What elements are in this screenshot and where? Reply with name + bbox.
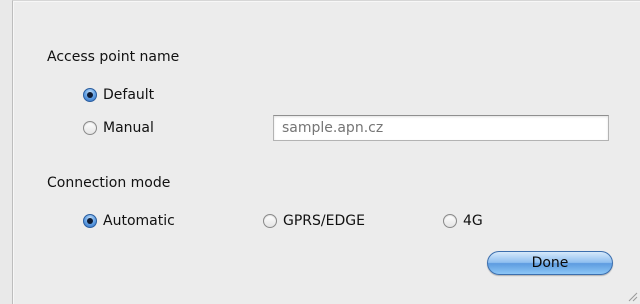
radio-automatic[interactable]: Automatic	[83, 213, 175, 229]
radio-default[interactable]: Default	[83, 87, 154, 103]
settings-sheet: Access point name Default Manual Connect…	[12, 0, 640, 304]
radio-selected-icon[interactable]	[83, 88, 97, 102]
radio-unselected-icon[interactable]	[443, 214, 457, 228]
radio-manual[interactable]: Manual	[83, 120, 154, 136]
radio-4g[interactable]: 4G	[443, 213, 483, 229]
radio-gprs-edge[interactable]: GPRS/EDGE	[263, 213, 365, 229]
radio-gprs-edge-label: GPRS/EDGE	[283, 213, 365, 229]
connection-mode-heading: Connection mode	[47, 175, 171, 191]
radio-default-label: Default	[103, 87, 155, 103]
access-point-heading: Access point name	[47, 49, 180, 65]
radio-selected-icon[interactable]	[83, 214, 97, 228]
radio-4g-label: 4G	[463, 213, 483, 229]
radio-automatic-label: Automatic	[103, 213, 175, 229]
radio-manual-label: Manual	[103, 120, 154, 136]
radio-unselected-icon[interactable]	[263, 214, 277, 228]
done-button[interactable]: Done	[487, 251, 613, 275]
apn-input[interactable]	[273, 115, 609, 141]
resize-grip-icon[interactable]	[626, 290, 638, 302]
radio-unselected-icon[interactable]	[83, 121, 97, 135]
